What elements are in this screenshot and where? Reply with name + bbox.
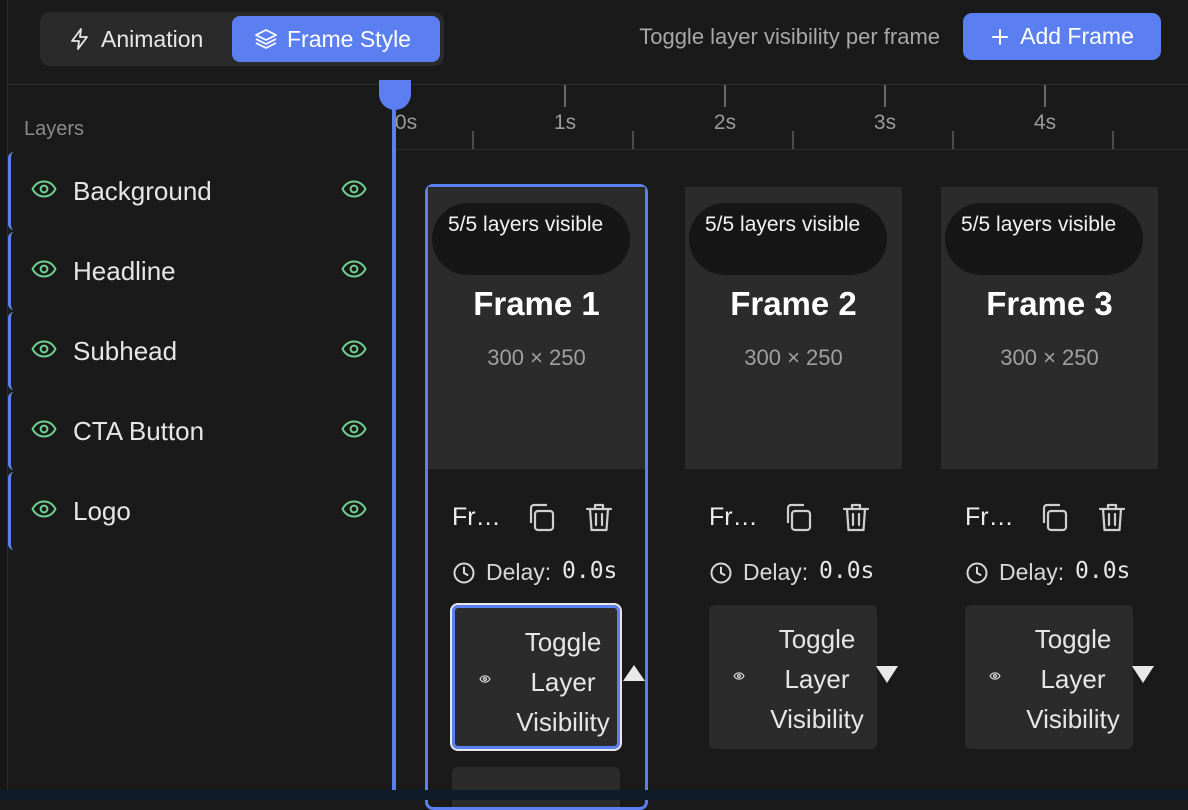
frame-name[interactable]: Fr… — [965, 503, 1014, 532]
plus-icon — [990, 27, 1010, 47]
layer-name: CTA Button — [73, 416, 205, 446]
toggle-label: Toggle Layer Visibility — [1026, 624, 1120, 734]
tick-major — [564, 85, 566, 107]
frame-card-1[interactable]: 5/5 layers visible Frame 1 300 × 250 Fr…… — [425, 184, 648, 810]
delay-label: Delay: — [999, 559, 1065, 585]
layer-row-logo[interactable]: Logo — [8, 472, 391, 550]
layer-name: Subhead — [73, 336, 178, 366]
eye-icon[interactable] — [31, 260, 57, 278]
frame-size: 300 × 250 — [487, 345, 586, 370]
delay-value[interactable]: 0.0s — [1075, 558, 1130, 584]
trash-icon[interactable] — [582, 500, 616, 534]
visibility-toggle-icon[interactable] — [341, 180, 367, 198]
timeline-ruler[interactable]: 0s 1s 2s 3s 4s — [392, 85, 1188, 150]
layer-row-subhead[interactable]: Subhead — [8, 312, 391, 390]
tick-minor — [632, 131, 634, 149]
frame-title: Frame 2 — [730, 285, 857, 322]
layer-row-cta-button[interactable]: CTA Button — [8, 392, 391, 470]
frame-name[interactable]: Fr… — [452, 503, 501, 532]
delay-label: Delay: — [743, 559, 809, 585]
clock-icon — [965, 561, 989, 585]
frame-card-3[interactable]: 5/5 layers visible Frame 3 300 × 250 Fr…… — [941, 187, 1158, 807]
eye-icon[interactable] — [31, 180, 57, 198]
visibility-toggle-icon[interactable] — [341, 260, 367, 278]
eye-icon[interactable] — [31, 500, 57, 518]
layer-row-background[interactable]: Background — [8, 152, 391, 230]
layer-name: Logo — [73, 496, 131, 526]
frame-name[interactable]: Fr… — [709, 503, 758, 532]
eye-icon — [479, 675, 491, 683]
tick-minor — [952, 131, 954, 149]
visibility-toggle-icon[interactable] — [341, 420, 367, 438]
frame-size: 300 × 250 — [1000, 345, 1099, 370]
toggle-layer-visibility-button[interactable]: Toggle Layer Visibility — [965, 605, 1133, 749]
trash-icon[interactable] — [839, 500, 873, 534]
lightning-icon — [68, 27, 92, 51]
mode-tabs: Animation Frame Style — [40, 12, 444, 66]
delay-label: Delay: — [486, 559, 552, 585]
tick-minor — [792, 131, 794, 149]
toolbar-hint: Toggle layer visibility per frame — [639, 24, 940, 49]
visibility-badge: 5/5 layers visible — [432, 203, 630, 275]
tab-frame-style[interactable]: Frame Style — [232, 16, 440, 62]
copy-icon[interactable] — [781, 500, 815, 534]
add-frame-label: Add Frame — [1020, 23, 1134, 49]
tick-label: 0s — [394, 111, 418, 134]
layers-icon — [254, 27, 278, 51]
delay-value[interactable]: 0.0s — [819, 558, 874, 584]
eye-icon[interactable] — [31, 420, 57, 438]
visibility-toggle-icon[interactable] — [341, 500, 367, 518]
clock-icon — [452, 561, 476, 585]
tick-major — [1044, 85, 1046, 107]
tick-label: 2s — [713, 111, 737, 134]
tick-major — [884, 85, 886, 107]
tick-major — [724, 85, 726, 107]
tick-minor — [1112, 131, 1114, 149]
frame-title: Frame 1 — [473, 285, 600, 322]
layer-row-headline[interactable]: Headline — [8, 232, 391, 310]
frame-title: Frame 3 — [986, 285, 1113, 322]
layer-name: Background — [73, 176, 212, 206]
clock-icon — [709, 561, 733, 585]
toggle-layer-visibility-button[interactable]: Toggle Layer Visibility — [450, 603, 622, 751]
toggle-layer-visibility-button[interactable]: Toggle Layer Visibility — [709, 605, 877, 749]
trash-icon[interactable] — [1095, 500, 1129, 534]
playhead-line[interactable] — [392, 96, 396, 800]
eye-icon[interactable] — [31, 340, 57, 358]
tab-animation[interactable]: Animation — [56, 16, 236, 62]
tick-label: 4s — [1033, 111, 1057, 134]
frame-card-2[interactable]: 5/5 layers visible Frame 2 300 × 250 Fr…… — [685, 187, 902, 807]
toggle-label: Toggle Layer Visibility — [770, 624, 864, 734]
tick-label: 3s — [873, 111, 897, 134]
frame-preview[interactable]: 5/5 layers visible Frame 3 300 × 250 — [941, 187, 1158, 469]
layer-list-panel — [452, 767, 620, 807]
frame-preview[interactable]: 5/5 layers visible Frame 1 300 × 250 — [428, 187, 645, 469]
tab-animation-label: Animation — [101, 25, 204, 52]
layer-name: Headline — [73, 256, 176, 286]
add-frame-button[interactable]: Add Frame — [963, 13, 1161, 60]
tick-minor — [472, 131, 474, 149]
layers-header: Layers — [24, 118, 85, 140]
eye-icon — [733, 672, 745, 680]
collapse-arrow-icon[interactable] — [620, 659, 648, 687]
visibility-badge: 5/5 layers visible — [689, 203, 887, 275]
eye-icon — [989, 672, 1001, 680]
delay-value[interactable]: 0.0s — [562, 558, 617, 584]
toggle-label: Toggle Layer Visibility — [516, 627, 610, 737]
frame-size: 300 × 250 — [744, 345, 843, 370]
bottom-strip — [0, 790, 1188, 800]
tick-label: 1s — [553, 111, 577, 134]
copy-icon[interactable] — [524, 500, 558, 534]
expand-arrow-icon[interactable] — [1129, 661, 1157, 689]
tab-frame-style-label: Frame Style — [287, 25, 411, 52]
window-edge — [0, 0, 8, 800]
frame-preview[interactable]: 5/5 layers visible Frame 2 300 × 250 — [685, 187, 902, 469]
visibility-toggle-icon[interactable] — [341, 340, 367, 358]
copy-icon[interactable] — [1037, 500, 1071, 534]
visibility-badge: 5/5 layers visible — [945, 203, 1143, 275]
expand-arrow-icon[interactable] — [873, 661, 901, 689]
